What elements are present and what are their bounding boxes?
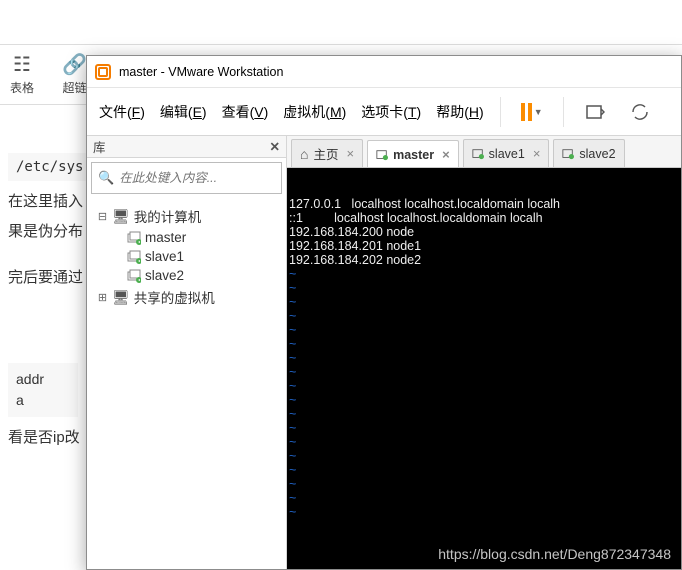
window-title: master - VMware Workstation: [119, 65, 283, 79]
tab-label: 主页: [313, 144, 338, 163]
bg-code-1: /etc/sys: [8, 153, 91, 181]
table-icon: ☷: [13, 52, 31, 77]
tree-label: 我的计算机: [134, 206, 202, 226]
terminal-tilde: ~: [289, 463, 679, 477]
menu-help[interactable]: 帮助(H): [436, 102, 483, 122]
close-icon[interactable]: ×: [533, 146, 541, 161]
search-icon: 🔍: [98, 170, 114, 186]
collapse-icon[interactable]: ⊟: [97, 210, 108, 223]
table-tool[interactable]: ☷ 表格: [10, 52, 34, 96]
tree-label: master: [145, 230, 186, 245]
terminal-tilde: ~: [289, 407, 679, 421]
vm-icon: [562, 148, 574, 160]
library-title: 库: [93, 137, 106, 156]
watermark: https://blog.csdn.net/Deng872347348: [438, 547, 671, 561]
library-header: 库 ✕: [87, 136, 286, 158]
terminal-tilde: ~: [289, 477, 679, 491]
tab-label: master: [393, 148, 434, 162]
pause-icon: [521, 103, 532, 121]
search-input[interactable]: [119, 171, 282, 185]
terminal-tilde: ~: [289, 267, 679, 281]
terminal-tilde: ~: [289, 435, 679, 449]
send-button[interactable]: [580, 97, 610, 127]
terminal-line: 127.0.0.1 localhost localhost.localdomai…: [289, 197, 679, 211]
terminal-line: ::1 localhost localhost.localdomain loca…: [289, 211, 679, 225]
terminal-tilde: ~: [289, 337, 679, 351]
table-label: 表格: [10, 79, 34, 96]
terminal-tilde: ~: [289, 323, 679, 337]
menu-vm[interactable]: 虚拟机(M): [283, 102, 346, 122]
titlebar[interactable]: master - VMware Workstation: [87, 56, 681, 88]
tree-label: 共享的虚拟机: [134, 287, 215, 307]
vmware-logo-icon: [95, 64, 111, 80]
monitor-icon: 🖥: [112, 289, 130, 306]
terminal-tilde: ~: [289, 491, 679, 505]
terminal-tilde: ~: [289, 379, 679, 393]
link-icon: 🔗: [62, 52, 87, 77]
tab-label: slave1: [489, 147, 525, 161]
library-panel: 库 ✕ 🔍 ▼ ⊟ 🖥 我的计算机 master: [87, 136, 287, 569]
terminal-line: 192.168.184.202 node2: [289, 253, 679, 267]
menu-view[interactable]: 查看(V): [222, 102, 269, 122]
tree-vm-slave1[interactable]: slave1: [91, 247, 282, 266]
menu-edit[interactable]: 编辑(E): [160, 102, 207, 122]
menu-file[interactable]: 文件(F): [99, 102, 145, 122]
tab-slave1[interactable]: slave1 ×: [463, 139, 550, 167]
close-icon[interactable]: ×: [442, 147, 450, 162]
tab-home[interactable]: ⌂ 主页 ×: [291, 139, 363, 167]
tree-my-computer[interactable]: ⊟ 🖥 我的计算机: [91, 204, 282, 228]
tree-vm-slave2[interactable]: slave2: [91, 266, 282, 285]
close-panel-button[interactable]: ✕: [270, 139, 280, 154]
tree-label: slave1: [145, 249, 184, 264]
terminal-tilde: ~: [289, 309, 679, 323]
tab-label: slave2: [579, 147, 615, 161]
monitor-icon: 🖥: [112, 208, 130, 225]
tab-bar: ⌂ 主页 × master × slave1 × slave2: [287, 136, 681, 168]
terminal-line: 192.168.184.201 node1: [289, 239, 679, 253]
pause-button[interactable]: ▼: [517, 97, 547, 127]
expand-icon[interactable]: ⊞: [97, 291, 108, 304]
vm-icon: [472, 148, 484, 160]
close-icon[interactable]: ×: [346, 146, 354, 161]
bg-code-2: addr a: [8, 363, 78, 417]
terminal-tilde: ~: [289, 449, 679, 463]
menubar: 文件(F) 编辑(E) 查看(V) 虚拟机(M) 选项卡(T) 帮助(H) ▼: [87, 88, 681, 136]
hyperlink-tool[interactable]: 🔗 超链: [62, 52, 87, 96]
tab-master[interactable]: master ×: [367, 140, 459, 168]
tree-shared-vms[interactable]: ⊞ 🖥 共享的虚拟机: [91, 285, 282, 309]
library-tree: ⊟ 🖥 我的计算机 master slave1 slave2 ⊞: [87, 198, 286, 315]
terminal-tilde: ~: [289, 365, 679, 379]
vmware-window: master - VMware Workstation 文件(F) 编辑(E) …: [86, 55, 682, 570]
menu-tabs[interactable]: 选项卡(T): [361, 102, 421, 122]
refresh-icon: [630, 102, 650, 122]
vm-icon: [376, 149, 388, 161]
terminal-tilde: ~: [289, 505, 679, 519]
terminal-tilde: ~: [289, 281, 679, 295]
cycle-button[interactable]: [625, 97, 655, 127]
terminal-tilde: ~: [289, 393, 679, 407]
main-area: ⌂ 主页 × master × slave1 × slave2: [287, 136, 681, 569]
home-icon: ⌂: [300, 146, 308, 162]
link-label: 超链: [62, 79, 86, 96]
tab-slave2[interactable]: slave2: [553, 139, 624, 167]
vm-icon: [127, 250, 141, 264]
send-icon: [585, 102, 605, 122]
terminal[interactable]: 127.0.0.1 localhost localhost.localdomai…: [287, 168, 681, 569]
terminal-line: 192.168.184.200 node: [289, 225, 679, 239]
tree-label: slave2: [145, 268, 184, 283]
vm-icon: [127, 231, 141, 245]
menu-separator: [563, 97, 564, 127]
tree-vm-master[interactable]: master: [91, 228, 282, 247]
vm-icon: [127, 269, 141, 283]
terminal-tilde: ~: [289, 295, 679, 309]
library-search[interactable]: 🔍 ▼: [91, 162, 282, 194]
menu-separator: [500, 97, 501, 127]
terminal-tilde: ~: [289, 421, 679, 435]
terminal-tilde: ~: [289, 351, 679, 365]
chevron-down-icon: ▼: [534, 107, 543, 117]
